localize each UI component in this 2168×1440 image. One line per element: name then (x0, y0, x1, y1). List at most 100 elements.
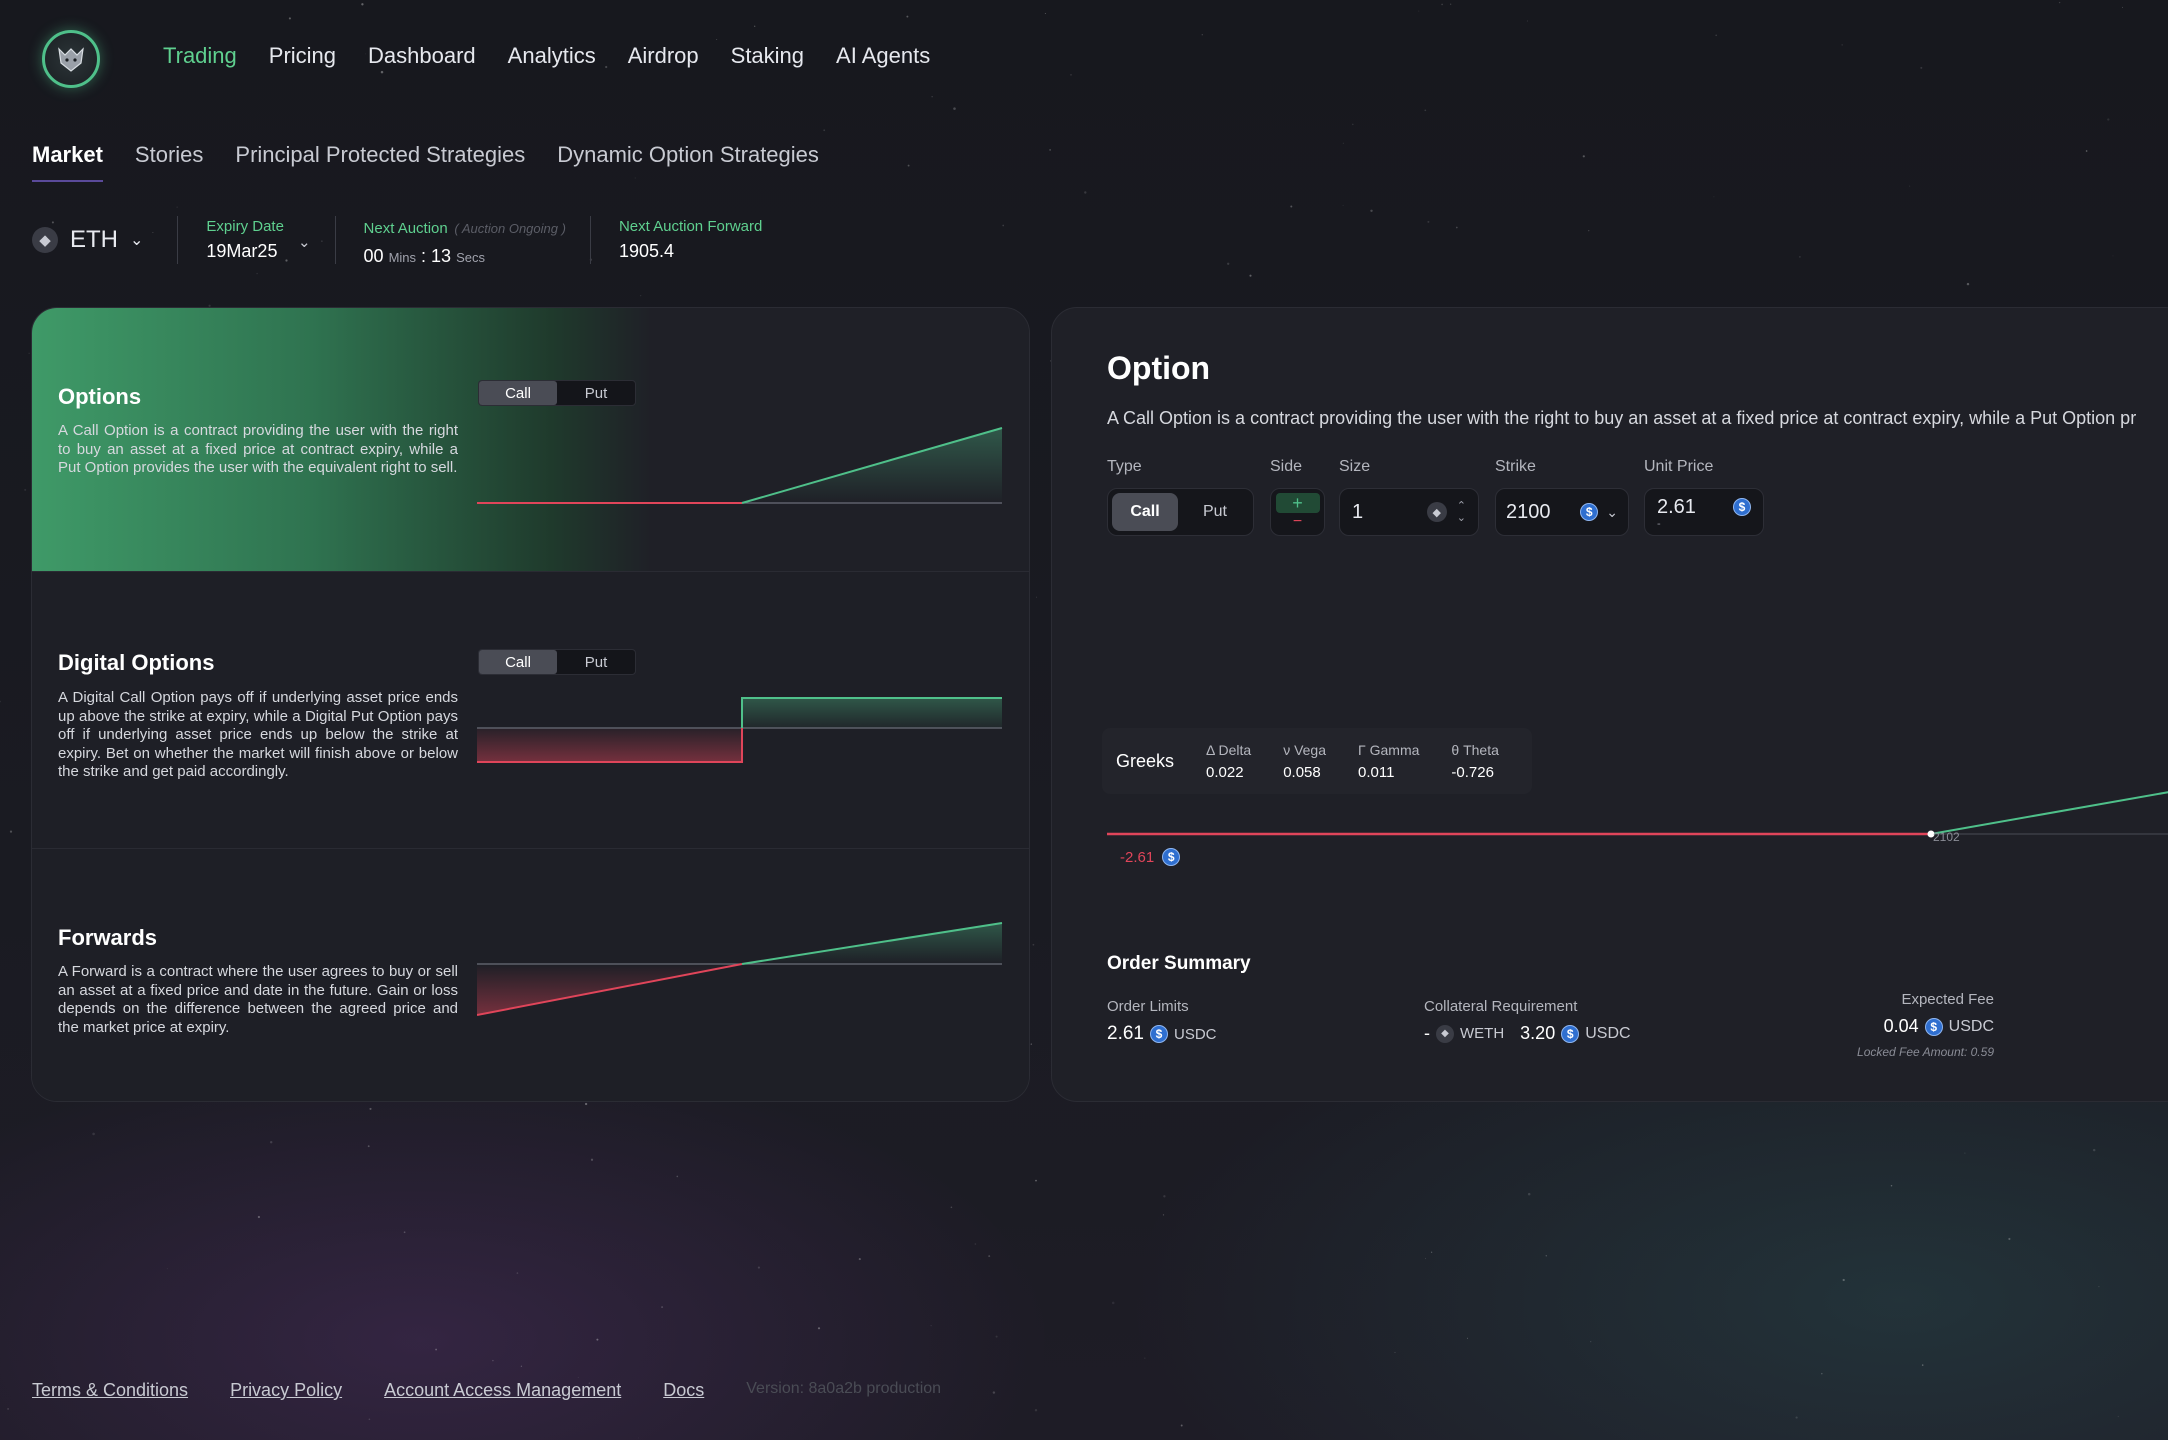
main-nav: Trading Pricing Dashboard Analytics Aird… (163, 43, 930, 69)
tab-dynamic-option[interactable]: Dynamic Option Strategies (557, 142, 819, 182)
docs-link[interactable]: Docs (663, 1380, 704, 1401)
nav-ai-agents[interactable]: AI Agents (836, 43, 930, 69)
nav-trading[interactable]: Trading (163, 43, 237, 69)
tab-principal-protected[interactable]: Principal Protected Strategies (235, 142, 525, 182)
size-input[interactable]: 1 ◆ ⌃ ⌄ (1339, 488, 1479, 536)
star (435, 1348, 438, 1351)
star (492, 1359, 494, 1362)
star (166, 1268, 168, 1270)
expected-fee: Expected Fee 0.04 $ USDC Locked Fee Amou… (1832, 991, 1994, 1059)
usdc-icon: $ (1162, 848, 1181, 866)
star (1342, 204, 1344, 206)
next-auction-forward: Next Auction Forward 1905.4 (619, 218, 762, 262)
divider (589, 215, 591, 264)
star (1394, 1351, 1396, 1353)
star (0, 700, 2, 703)
chevron-up-icon[interactable]: ⌃ (1457, 500, 1466, 512)
locked-fee: Locked Fee Amount: 0.59 (1857, 1045, 1994, 1059)
star (1821, 1372, 1823, 1375)
greek-theta: θ Theta -0.726 (1451, 742, 1498, 781)
tab-stories[interactable]: Stories (135, 142, 203, 182)
side-selector: + − (1270, 488, 1325, 536)
star (1163, 1195, 1166, 1198)
star (176, 206, 178, 208)
greek-name: θ Theta (1451, 741, 1499, 758)
star (1841, 44, 1843, 46)
option-payoff-chart: 2102 (1107, 791, 2168, 844)
usdc-icon: $ (1561, 1024, 1580, 1043)
chevron-down-icon: ⌄ (130, 231, 144, 249)
greek-name: ν Vega (1283, 741, 1327, 758)
star (1030, 1043, 1032, 1045)
star (403, 1231, 406, 1234)
eth-icon: ◆ (32, 226, 58, 253)
unit-price-label: Unit Price (1644, 458, 1714, 475)
usdc-icon: $ (1733, 498, 1751, 516)
star (1799, 256, 1801, 258)
divider (177, 215, 179, 264)
type-put-button[interactable]: Put (1182, 493, 1248, 531)
type-call-button[interactable]: Call (1112, 493, 1178, 531)
star (974, 1243, 977, 1245)
star (953, 107, 956, 110)
call-toggle[interactable]: Call (479, 650, 557, 674)
size-value: 1 (1352, 500, 1364, 523)
star (1002, 224, 1005, 227)
star (995, 1335, 998, 1338)
star (661, 1306, 664, 1309)
asset-selector[interactable]: ◆ ETH ⌄ (32, 226, 143, 254)
star (9, 830, 13, 833)
fee-label: Expected Fee (1901, 991, 1994, 1008)
star (823, 129, 826, 132)
nav-dashboard[interactable]: Dashboard (368, 43, 476, 69)
star (7, 1407, 10, 1410)
max-loss-label: -2.61 $ (1120, 848, 1181, 866)
star (1370, 209, 1373, 213)
star (288, 17, 291, 20)
nav-staking[interactable]: Staking (731, 43, 804, 69)
options-call-put-toggle: Call Put (478, 380, 636, 406)
option-description: A Call Option is a contract providing th… (1107, 408, 2137, 428)
sub-tabs: Market Stories Principal Protected Strat… (32, 142, 819, 182)
options-section[interactable]: Options A Call Option is a contract prov… (32, 308, 1029, 571)
star (1590, 1341, 1592, 1343)
digital-options-title: Digital Options (58, 650, 215, 675)
put-toggle[interactable]: Put (557, 381, 635, 405)
logo[interactable] (42, 30, 100, 88)
side-buy-button[interactable]: + (1275, 493, 1320, 513)
forwards-section[interactable]: Forwards A Forward is a contract where t… (32, 848, 1029, 1101)
star (1111, 1301, 1115, 1305)
star (637, 1437, 639, 1439)
put-toggle[interactable]: Put (557, 650, 635, 674)
nav-airdrop[interactable]: Airdrop (628, 43, 699, 69)
nav-analytics[interactable]: Analytics (508, 43, 596, 69)
side-sell-button[interactable]: − (1293, 513, 1302, 531)
unit-price-value: 2.61 (1657, 495, 1696, 518)
star (1527, 1192, 1531, 1196)
fee-unit: USDC (1948, 1017, 1994, 1035)
size-stepper[interactable]: ⌃ ⌄ (1457, 500, 1466, 524)
account-access-link[interactable]: Account Access Management (384, 1380, 621, 1401)
star (1890, 1185, 1893, 1187)
usdc-icon: $ (1149, 1025, 1168, 1043)
secs-unit: Secs (456, 250, 485, 265)
logo-icon (58, 47, 84, 72)
digital-options-section[interactable]: Digital Options A Digital Call Option pa… (32, 571, 1029, 848)
greek-name: Δ Delta (1206, 741, 1252, 758)
star (1035, 596, 1037, 598)
options-payoff-chart (477, 427, 1003, 504)
tab-market[interactable]: Market (32, 142, 103, 182)
unit-price-field: 2.61 - $ (1644, 488, 1764, 536)
strike-label: Strike (1495, 458, 1536, 475)
terms-link[interactable]: Terms & Conditions (32, 1380, 188, 1401)
greeks-label: Greeks (1116, 750, 1175, 771)
call-toggle[interactable]: Call (479, 381, 557, 405)
order-summary-title: Order Summary (1107, 953, 1251, 974)
usdc-icon: $ (1924, 1017, 1943, 1036)
auction-label: Next Auction (363, 220, 448, 237)
nav-pricing[interactable]: Pricing (269, 43, 336, 69)
privacy-link[interactable]: Privacy Policy (230, 1380, 342, 1401)
strike-select[interactable]: 2100 $ ⌄ (1495, 488, 1629, 536)
expiry-selector[interactable]: Expiry Date 19Mar25 ⌄ (206, 218, 310, 262)
chevron-down-icon[interactable]: ⌄ (1457, 512, 1466, 524)
